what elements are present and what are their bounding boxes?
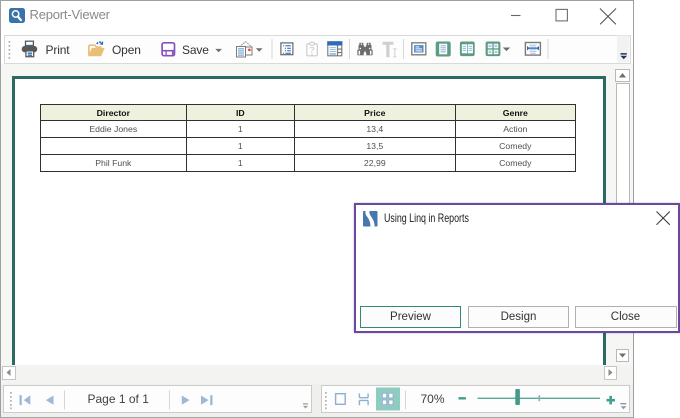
svg-text:?: ?	[309, 45, 315, 55]
